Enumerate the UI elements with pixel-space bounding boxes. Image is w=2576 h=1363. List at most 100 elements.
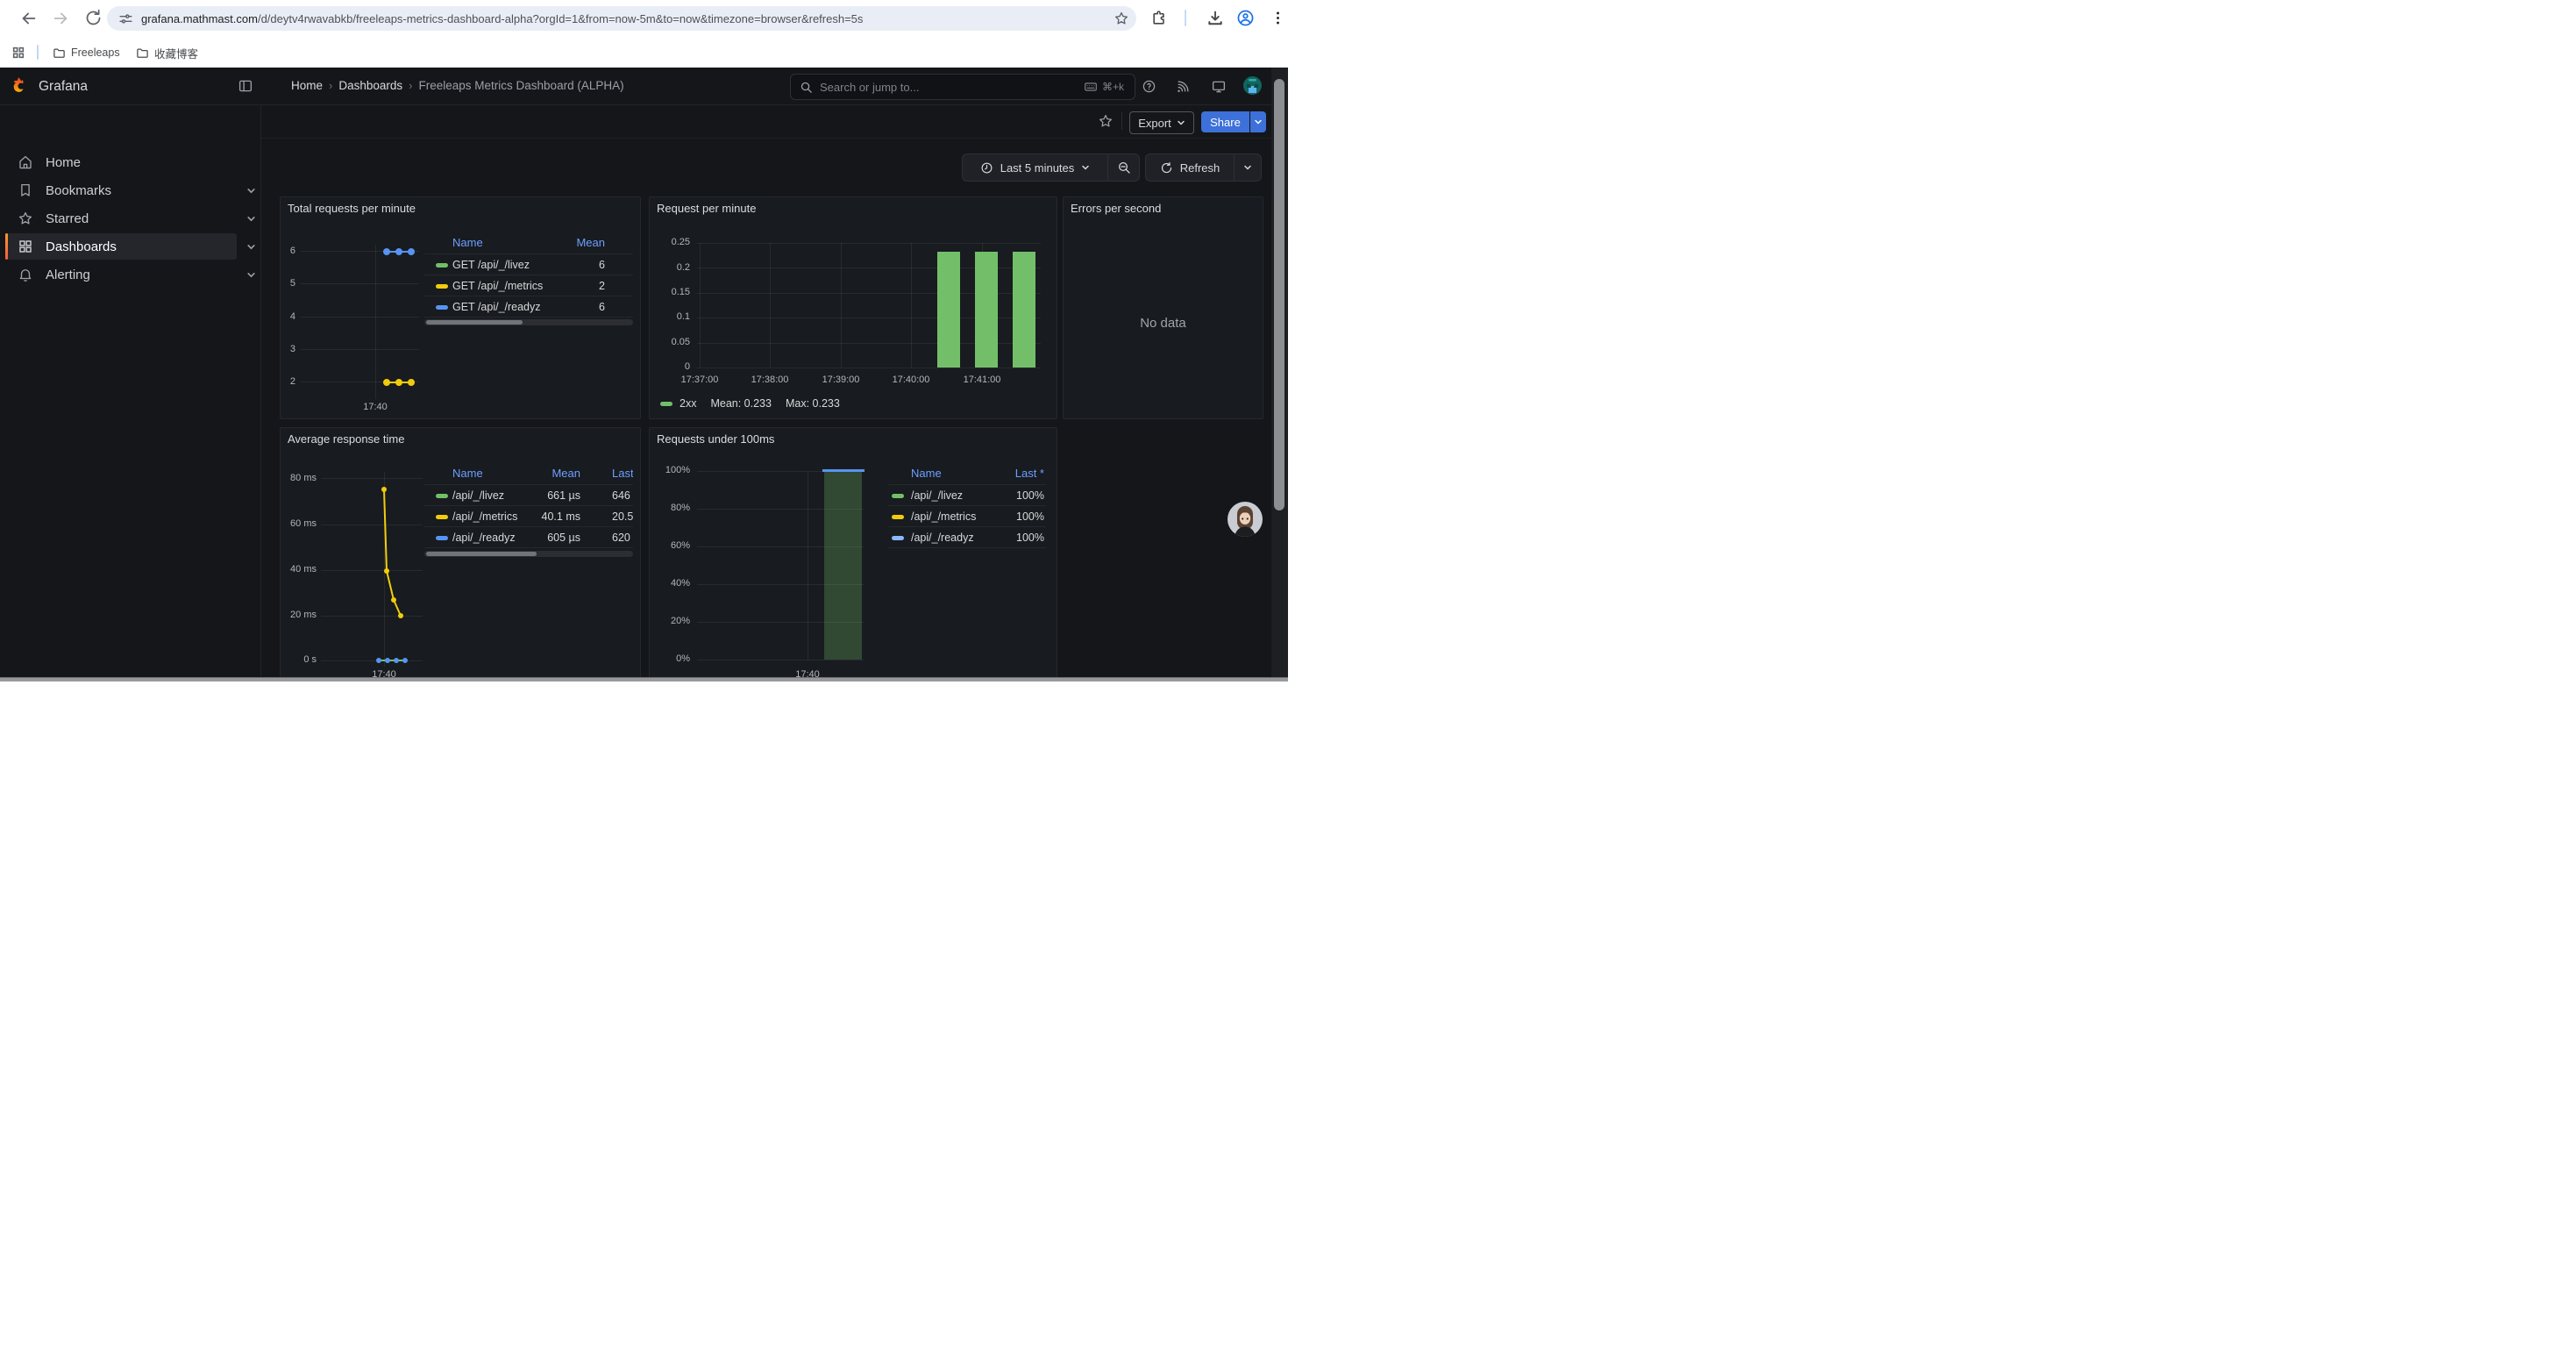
export-button[interactable]: Export bbox=[1129, 111, 1194, 134]
sidebar-toggle-icon[interactable] bbox=[238, 78, 253, 94]
bar-2xx[interactable] bbox=[975, 252, 998, 368]
series-last: 620 µs bbox=[612, 532, 633, 544]
search-placeholder: Search or jump to... bbox=[820, 81, 919, 94]
bar-2xx[interactable] bbox=[1013, 252, 1035, 368]
series-last: 100% bbox=[1016, 510, 1044, 523]
dashboard-controls-row: Export Share bbox=[260, 105, 1271, 139]
panel-title[interactable]: Requests under 100ms bbox=[657, 432, 774, 446]
line-chart-plot[interactable] bbox=[298, 245, 421, 394]
legend-scrollbar[interactable] bbox=[424, 319, 633, 325]
sidebar-item-home[interactable]: Home bbox=[0, 148, 260, 176]
chevron-down-icon[interactable] bbox=[246, 186, 256, 196]
news-rss-icon[interactable] bbox=[1176, 79, 1191, 94]
breadcrumb-current: Freeleaps Metrics Dashboard (ALPHA) bbox=[419, 79, 624, 92]
legend-max: Max: 0.233 bbox=[786, 397, 840, 410]
legend-scrollbar[interactable] bbox=[424, 551, 633, 557]
apps-grid-icon[interactable] bbox=[11, 46, 25, 60]
page-scrollbar[interactable] bbox=[1271, 68, 1288, 677]
breadcrumb-dashboards[interactable]: Dashboards bbox=[338, 79, 402, 92]
zoom-out-button[interactable] bbox=[1108, 161, 1139, 175]
bookmark-folder-blogs[interactable]: 收藏博客 bbox=[136, 44, 198, 61]
series-swatch bbox=[436, 494, 448, 498]
column-header-last[interactable]: Last * bbox=[612, 467, 633, 480]
y-tick: 0.05 bbox=[650, 337, 690, 348]
series-name[interactable]: GET /api/_/metrics bbox=[452, 280, 543, 292]
forward-icon[interactable] bbox=[51, 9, 70, 28]
grafana-logo-icon[interactable] bbox=[9, 76, 28, 96]
series-mean: 6 bbox=[599, 259, 605, 271]
refresh-interval-button[interactable] bbox=[1235, 163, 1261, 172]
back-icon[interactable] bbox=[19, 9, 39, 28]
sidebar: Home Bookmarks Starred Dashboards Alerti… bbox=[0, 105, 261, 677]
legend-table: Name Mean Last * /api/_/livez 661 µs 646… bbox=[424, 465, 633, 563]
column-header-last[interactable]: Last * bbox=[1015, 467, 1044, 480]
site-settings-icon[interactable] bbox=[118, 11, 133, 26]
product-name[interactable]: Grafana bbox=[39, 79, 88, 95]
series-name[interactable]: /api/_/livez bbox=[911, 489, 963, 502]
panel-title[interactable]: Average response time bbox=[288, 432, 404, 446]
time-range-picker[interactable]: Last 5 minutes bbox=[963, 161, 1107, 175]
y-tick: 0 s bbox=[281, 654, 317, 666]
profile-icon[interactable] bbox=[1236, 9, 1256, 28]
favorite-star-icon[interactable] bbox=[1098, 113, 1114, 129]
extensions-icon[interactable] bbox=[1151, 10, 1171, 29]
chevron-down-icon[interactable] bbox=[246, 242, 256, 252]
bookmark-folder-freeleaps[interactable]: Freeleaps bbox=[53, 44, 120, 61]
breadcrumb: Home › Dashboards › Freeleaps Metrics Da… bbox=[291, 79, 624, 92]
share-menu-button[interactable] bbox=[1250, 111, 1266, 132]
pct-bar-topline bbox=[822, 469, 865, 472]
search-shortcut: ⌘+k bbox=[1084, 80, 1124, 94]
column-header-mean[interactable]: Mean bbox=[551, 467, 580, 480]
series-name[interactable]: /api/_/livez bbox=[452, 489, 504, 502]
sidebar-item-dashboards[interactable]: Dashboards bbox=[0, 232, 260, 260]
series-swatch bbox=[892, 536, 904, 540]
bookmark-star-icon[interactable] bbox=[1114, 11, 1129, 26]
y-tick: 0.15 bbox=[650, 287, 690, 298]
y-tick: 20% bbox=[650, 616, 690, 627]
breadcrumb-home[interactable]: Home bbox=[291, 79, 323, 92]
y-tick: 4 bbox=[281, 311, 295, 323]
series-name[interactable]: /api/_/metrics bbox=[911, 510, 976, 523]
y-tick: 0.25 bbox=[650, 237, 690, 248]
refresh-button[interactable]: Refresh bbox=[1146, 161, 1234, 175]
search-input[interactable]: Search or jump to... ⌘+k bbox=[790, 74, 1135, 100]
downloads-icon[interactable] bbox=[1206, 10, 1226, 29]
search-icon bbox=[800, 81, 813, 94]
sidebar-item-label: Home bbox=[46, 155, 81, 170]
series-name[interactable]: /api/_/readyz bbox=[911, 532, 974, 544]
chevron-down-icon bbox=[1243, 163, 1252, 172]
reload-icon[interactable] bbox=[84, 9, 103, 28]
chevron-down-icon[interactable] bbox=[246, 270, 256, 280]
panel-title[interactable]: Errors per second bbox=[1071, 202, 1161, 215]
panel-title[interactable]: Total requests per minute bbox=[288, 202, 416, 215]
sidebar-item-alerting[interactable]: Alerting bbox=[0, 260, 260, 289]
series-name[interactable]: GET /api/_/readyz bbox=[452, 301, 541, 313]
url-bar[interactable]: grafana.mathmast.com/d/deytv4rwavabkb/fr… bbox=[107, 6, 1136, 31]
bar-2xx[interactable] bbox=[937, 252, 960, 368]
column-header-name[interactable]: Name bbox=[452, 236, 483, 249]
scrollbar-thumb[interactable] bbox=[1274, 79, 1284, 510]
menu-kebab-icon[interactable] bbox=[1270, 10, 1289, 29]
user-avatar[interactable] bbox=[1243, 76, 1262, 95]
y-tick: 40 ms bbox=[281, 564, 317, 575]
series-name[interactable]: /api/_/readyz bbox=[452, 532, 516, 544]
sidebar-item-bookmarks[interactable]: Bookmarks bbox=[0, 176, 260, 204]
floating-avatar[interactable] bbox=[1228, 502, 1263, 537]
column-header-mean[interactable]: Mean bbox=[576, 236, 605, 249]
panel-title[interactable]: Request per minute bbox=[657, 202, 756, 215]
series-name[interactable]: GET /api/_/livez bbox=[452, 259, 530, 271]
y-tick: 100% bbox=[650, 465, 690, 476]
line-chart-plot[interactable] bbox=[321, 472, 423, 668]
column-header-name[interactable]: Name bbox=[452, 467, 483, 480]
monitor-icon[interactable] bbox=[1211, 79, 1227, 95]
column-header-name[interactable]: Name bbox=[911, 467, 942, 480]
series-name[interactable]: /api/_/metrics bbox=[452, 510, 517, 523]
series-swatch bbox=[892, 494, 904, 498]
sidebar-item-starred[interactable]: Starred bbox=[0, 204, 260, 232]
keyboard-icon bbox=[1084, 80, 1098, 94]
help-icon[interactable] bbox=[1142, 79, 1156, 94]
share-button[interactable]: Share bbox=[1201, 111, 1249, 132]
chevron-down-icon[interactable] bbox=[246, 214, 256, 224]
legend-series-name[interactable]: 2xx bbox=[680, 397, 696, 410]
pct-bar[interactable] bbox=[824, 471, 862, 660]
